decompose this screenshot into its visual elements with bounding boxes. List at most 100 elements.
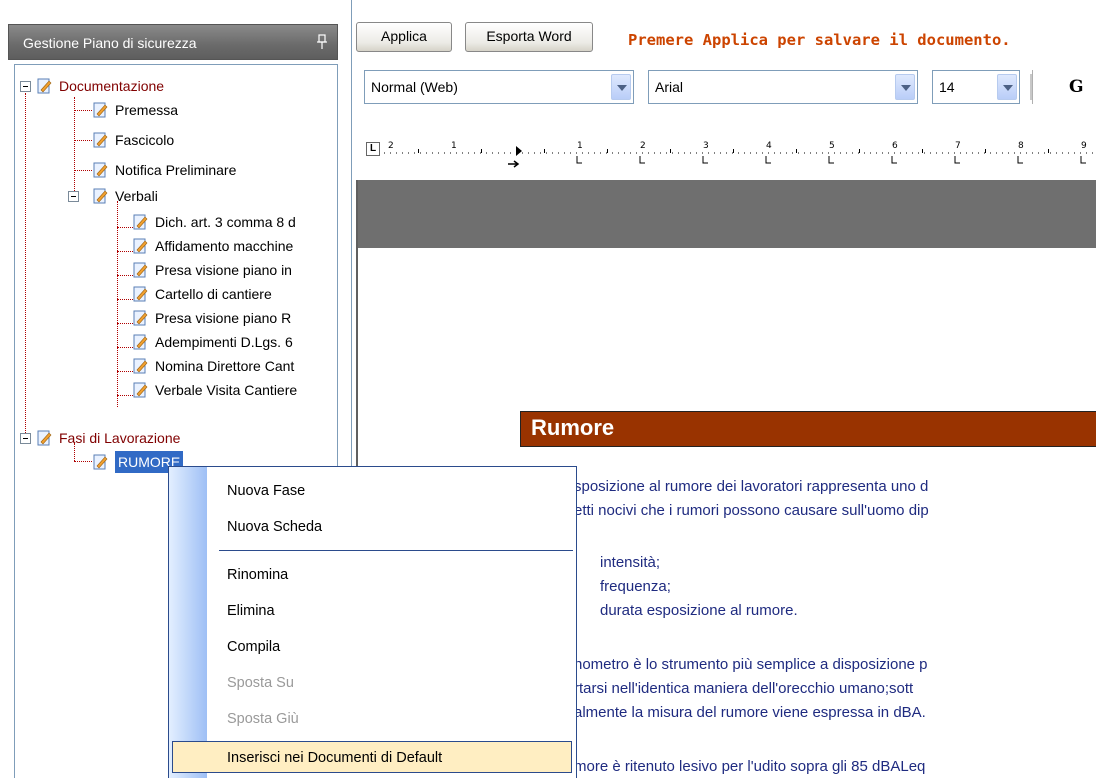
tree-item-label: Affidamento macchine [155,238,294,254]
save-hint: Premere Applica per salvare il documento… [628,31,1011,49]
tab-stop-marker [828,156,834,164]
document-icon [93,188,108,204]
font-size-select[interactable]: 14 [932,70,1020,104]
tab-stop-marker [639,156,645,164]
tab-stop-marker [576,156,582,164]
apply-button[interactable]: Applica [356,22,452,52]
menu-item-nuova-fase[interactable]: Nuova Fase [169,475,576,507]
tree-item-label: Verbale Visita Cantiere [155,382,298,398]
export-word-button[interactable]: Esporta Word [465,22,593,52]
tree-item-premessa[interactable]: Premessa [91,99,291,121]
tree-item-fasi-lavorazione[interactable]: Fasi di Lavorazione [35,427,265,449]
tree-item-verbali[interactable]: Verbali [91,185,291,207]
pin-icon[interactable] [317,34,327,50]
ruler-tick [796,149,797,153]
ruler-tick-label: 4 [766,141,772,151]
tree-item-notifica[interactable]: Notifica Preliminare [91,159,321,181]
tree-item-label: Adempimenti D.Lgs. 6 [155,334,293,350]
menu-item-inserisci-default[interactable]: Inserisci nei Documenti di Default [172,741,572,773]
tree-connector [117,201,118,407]
ruler-tick-label: 7 [955,141,961,151]
menu-item-nuova-scheda[interactable]: Nuova Scheda [169,511,576,543]
ruler-tick [922,149,923,153]
ruler-tick-label: 1 [577,141,583,151]
ruler-tick [418,149,419,153]
ruler-tick [544,149,545,153]
tree-item-label: Fasi di Lavorazione [59,430,181,446]
document-text-line: rtarsi nell'identica maniera dell'orecch… [574,680,914,697]
tree-item-label: Notifica Preliminare [115,162,237,178]
panel-header: Gestione Piano di sicurezza [8,24,338,60]
tree-item-label: Dich. art. 3 comma 8 d [155,214,296,230]
document-icon [93,132,108,148]
document-icon [133,310,148,326]
document-icon [133,214,148,230]
tree-connector [74,97,75,197]
font-family-value: Arial [655,79,684,95]
tree-item-label: Verbali [115,188,158,204]
tab-arrow-icon [508,160,520,168]
document-text-line: almente la misura del rumore viene espre… [574,704,926,721]
section-title: Rumore [520,411,1096,447]
tree-item-verbale[interactable]: Nomina Direttore Cant [131,355,337,377]
tab-stop-marker [891,156,897,164]
ruler-tick-label: 2 [388,141,394,151]
ruler[interactable]: 2 1 1 2 3 4 5 6 7 8 9 [366,136,1096,168]
document-icon [93,454,108,470]
tree-item-verbale[interactable]: Presa visione piano in [131,259,337,281]
tree-item-verbale[interactable]: Cartello di cantiere [131,283,337,305]
tree-item-verbale[interactable]: Dich. art. 3 comma 8 d [131,211,337,233]
ruler-tick [607,149,608,153]
tab-stop-marker [954,156,960,164]
tab-stop-marker [1017,156,1023,164]
menu-item-compila[interactable]: Compila [169,631,576,663]
ruler-tick-label: 2 [640,141,646,151]
document-icon [37,430,52,446]
indent-marker-icon [516,146,522,156]
bold-button[interactable]: G [1032,70,1096,104]
tree-item-verbale[interactable]: Affidamento macchine [131,235,337,257]
menu-separator [219,550,573,551]
paragraph-style-select[interactable]: Normal (Web) [364,70,634,104]
font-size-value: 14 [939,79,955,95]
collapse-toggle[interactable] [20,433,31,444]
tree-item-verbale[interactable]: Adempimenti D.Lgs. 6 [131,331,337,353]
tree-connector [74,461,92,462]
document-icon [93,162,108,178]
ruler-tick-label: 3 [703,141,709,151]
tree-connector [25,93,26,443]
tab-stop-marker [1080,156,1086,164]
tree-item-label: Nomina Direttore Cant [155,358,295,374]
tree-item-verbale[interactable]: Verbale Visita Cantiere [131,379,337,401]
tree-item-label: Fascicolo [115,132,175,148]
document-text-line: sposizione al rumore dei lavoratori rapp… [574,478,929,495]
collapse-toggle[interactable] [20,81,31,92]
tree-item-fascicolo[interactable]: Fascicolo [91,129,291,151]
document-text-line: intensità; [600,554,661,571]
ruler-tick [859,149,860,153]
document-icon [37,78,52,94]
document-text-line: nometro è lo strumento più semplice a di… [574,656,928,673]
ruler-tick-label: 8 [1018,141,1024,151]
tree-connector [74,170,92,171]
menu-item-sposta-giu[interactable]: Sposta Giù [169,703,576,735]
chevron-down-icon[interactable] [895,74,915,100]
tree-item-label: Premessa [115,102,179,118]
collapse-toggle[interactable] [68,191,79,202]
ruler-tick-label: 1 [451,141,457,151]
tree-item-label: Presa visione piano R [155,310,292,326]
menu-item-sposta-su[interactable]: Sposta Su [169,667,576,699]
document-text-line: more è ritenuto lesivo per l'udito sopra… [574,758,926,775]
document-icon [133,334,148,350]
tree-item-label: Cartello di cantiere [155,286,272,302]
menu-item-rinomina[interactable]: Rinomina [169,559,576,591]
menu-item-elimina[interactable]: Elimina [169,595,576,627]
chevron-down-icon[interactable] [997,74,1017,100]
document-icon [133,286,148,302]
chevron-down-icon[interactable] [611,74,631,100]
panel-title: Gestione Piano di sicurezza [23,35,197,51]
font-family-select[interactable]: Arial [648,70,918,104]
tree-item-documentazione[interactable]: Documentazione [35,75,235,97]
ruler-tick [733,149,734,153]
tree-item-verbale[interactable]: Presa visione piano R [131,307,337,329]
